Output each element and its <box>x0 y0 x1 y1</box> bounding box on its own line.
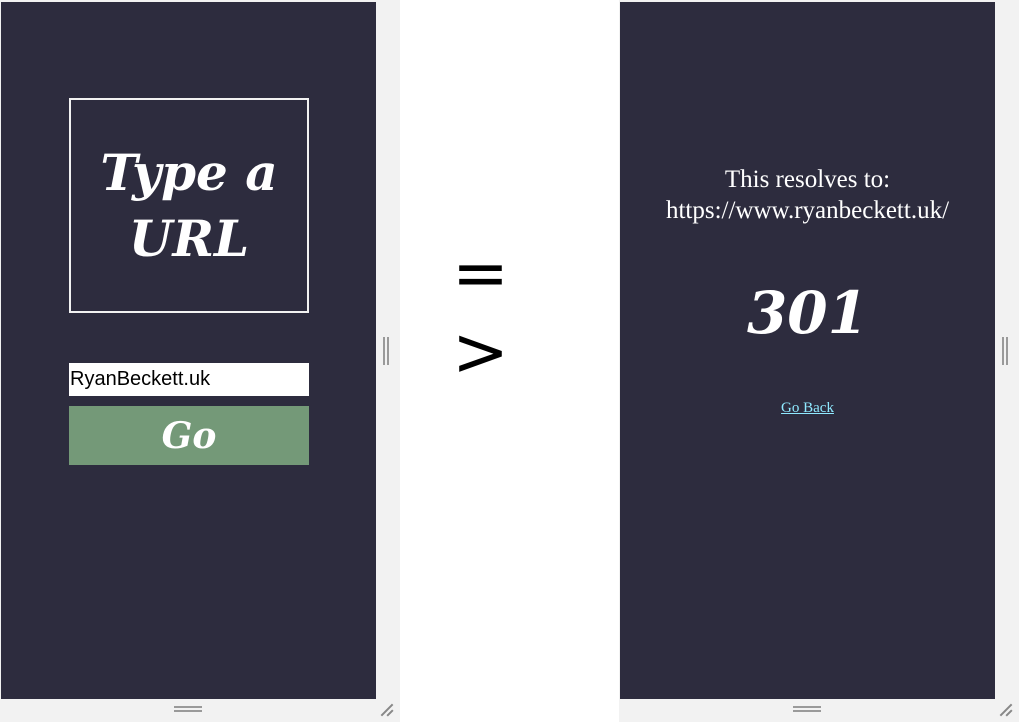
resize-corner-icon[interactable] <box>999 703 1013 717</box>
vertical-resize-grip-icon[interactable] <box>383 337 389 365</box>
input-view-panel: Type a URL Go <box>1 2 376 699</box>
status-code: 301 <box>746 279 869 347</box>
go-back-link[interactable]: Go Back <box>781 400 834 416</box>
vertical-resize-grip-icon[interactable] <box>1002 337 1008 365</box>
url-input[interactable] <box>69 363 309 396</box>
resize-corner-icon[interactable] <box>380 703 394 717</box>
page-title: Type a URL <box>100 142 278 268</box>
resolve-label: This resolves to: <box>724 166 891 193</box>
go-button[interactable]: Go <box>69 406 309 465</box>
result-view-panel: This resolves to: https://www.ryanbecket… <box>620 2 995 699</box>
title-box: Type a URL <box>69 98 309 313</box>
transition-arrow: = > <box>452 234 513 392</box>
resolved-url: https://www.ryanbeckett.uk/ <box>665 197 950 224</box>
horizontal-resize-grip-icon[interactable] <box>174 706 202 712</box>
result-view-frame: This resolves to: https://www.ryanbecket… <box>619 0 1019 722</box>
horizontal-resize-grip-icon[interactable] <box>793 706 821 712</box>
input-view-frame: Type a URL Go <box>0 0 400 722</box>
go-back-container: Go Back <box>620 398 995 418</box>
